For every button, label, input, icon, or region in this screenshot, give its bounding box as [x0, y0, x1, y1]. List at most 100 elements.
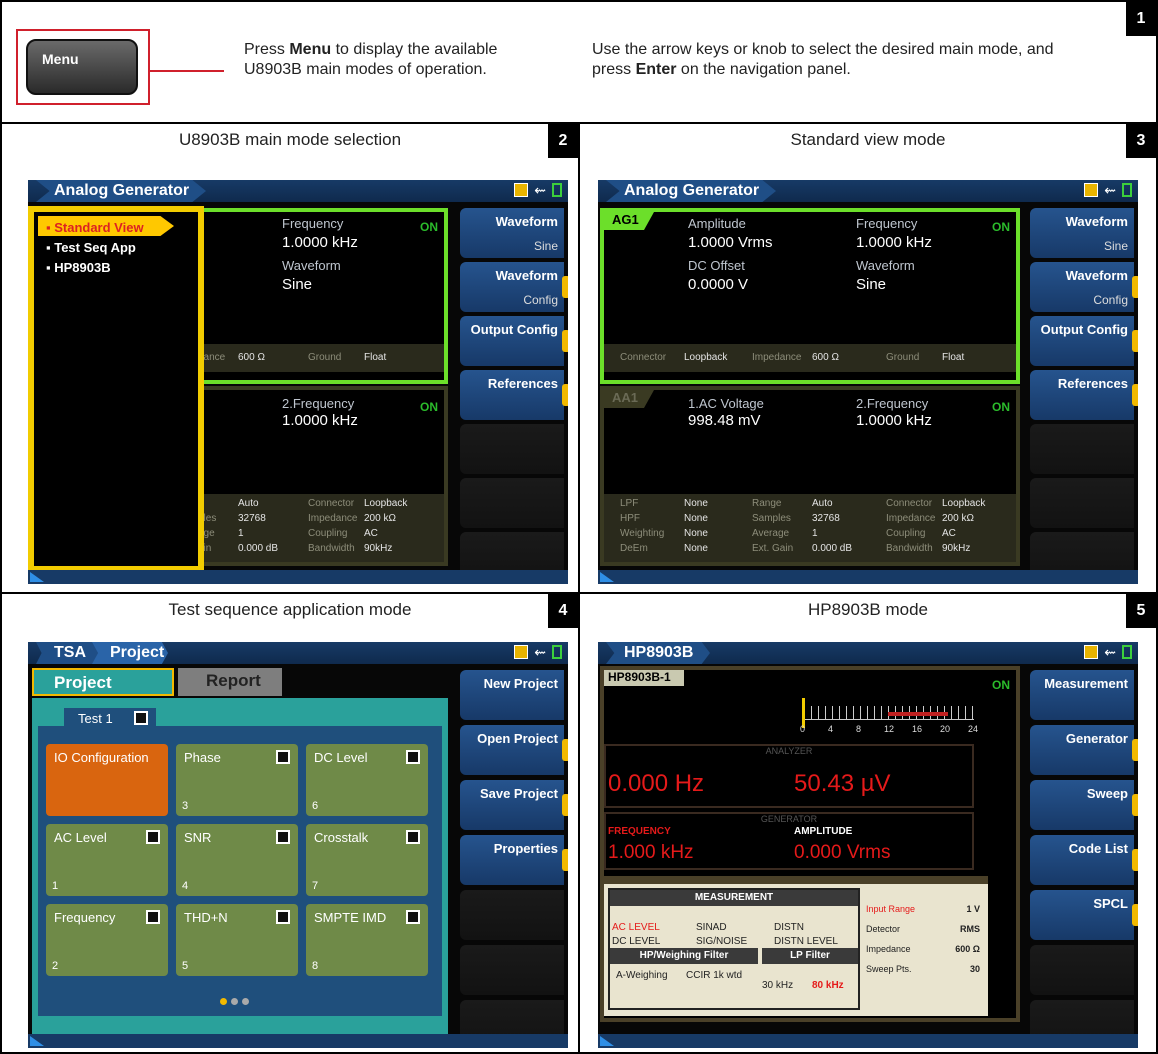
softkey-waveform[interactable]: Waveform Config — [1030, 262, 1138, 312]
softkey-empty — [460, 478, 564, 528]
hp-id: HP8903B-1 — [604, 670, 684, 686]
ana-value: 90kHz — [942, 543, 971, 554]
cell-checkbox[interactable] — [406, 750, 420, 764]
ana-label: 2.Frequency — [856, 396, 929, 411]
softkey-output-config[interactable]: Output Config — [460, 316, 568, 366]
test-checkbox[interactable] — [134, 711, 148, 725]
softkey-waveform[interactable]: Waveform Sine — [1030, 208, 1134, 258]
mode-tag-sub: Project — [92, 642, 168, 664]
cell-checkbox[interactable] — [276, 750, 290, 764]
page-dot[interactable] — [242, 998, 249, 1005]
softkey-output-config[interactable]: Output Config — [1030, 316, 1138, 366]
tab-report[interactable]: Report — [178, 668, 282, 696]
ana-value: Auto — [812, 498, 833, 509]
bottom-bar — [598, 1034, 1138, 1048]
cell-checkbox[interactable] — [276, 910, 290, 924]
cell-number: 5 — [182, 960, 189, 972]
meter-red-band — [888, 712, 948, 716]
gen-value: 1.0000 kHz — [856, 234, 932, 251]
softkey-waveform[interactable]: Waveform Config — [460, 262, 568, 312]
menu-item[interactable]: ▪ HP8903B — [46, 258, 144, 278]
hp-filter-a[interactable]: A-Weighing — [616, 970, 668, 981]
cell-checkbox[interactable] — [406, 910, 420, 924]
softkey-references[interactable]: References — [460, 370, 568, 420]
meas-ac-level[interactable]: AC LEVEL — [612, 922, 660, 933]
test-tab[interactable]: Test 1 — [64, 708, 156, 728]
ana-value: 32768 — [238, 513, 266, 524]
softkey-waveform[interactable]: Waveform Sine — [460, 208, 564, 258]
test-cell-snr[interactable]: SNR 4 — [176, 824, 298, 896]
hp-filter-ccir[interactable]: CCIR 1k wtd — [686, 970, 742, 981]
softkey-label: Measurement — [1044, 676, 1128, 691]
lp-filter-80k[interactable]: 80 kHz — [812, 980, 844, 991]
test-cell-ac-level[interactable]: AC Level 1 — [46, 824, 168, 896]
softkey-new-project[interactable]: New Project — [460, 670, 564, 720]
softkey-label: Waveform — [495, 268, 558, 283]
menu-key[interactable]: Menu — [26, 39, 138, 95]
footer-value: 600 Ω — [812, 352, 839, 363]
cell-checkbox[interactable] — [146, 910, 160, 924]
test-cell-dc-level[interactable]: DC Level 6 — [306, 744, 428, 816]
hp-filter-title: HP/Weighing Filter — [610, 948, 758, 964]
bottom-bar — [28, 570, 568, 584]
test-cell-io-configuration[interactable]: IO Configuration — [46, 744, 168, 816]
softkey-save-project[interactable]: Save Project — [460, 780, 568, 830]
mode-menu[interactable]: ▪ Standard View ▪ Test Seq App ▪ HP8903B — [28, 206, 204, 572]
ana-label: Bandwidth — [886, 543, 933, 554]
test-cell-phase[interactable]: Phase 3 — [176, 744, 298, 816]
softkey-label: Open Project — [477, 731, 558, 746]
menu-item[interactable]: ▪ Standard View — [46, 218, 144, 238]
memory-icon — [552, 183, 562, 197]
page-dot[interactable] — [231, 998, 238, 1005]
ana-value: 1.0000 kHz — [856, 412, 932, 429]
softkey-empty — [460, 424, 564, 474]
softkey-code-list[interactable]: Code List — [1030, 835, 1138, 885]
ana-label: Connector — [308, 498, 355, 509]
meas-dc-level[interactable]: DC LEVEL — [612, 936, 660, 947]
meas-sinad[interactable]: SINAD — [696, 922, 727, 933]
lp-filter-30k[interactable]: 30 kHz — [762, 980, 793, 991]
test-cell-smpte-imd[interactable]: SMPTE IMD 8 — [306, 904, 428, 976]
gen-value-1: 1.0000 kHz — [282, 234, 358, 251]
ana-label: LPF — [620, 498, 639, 509]
generator-label: GENERATOR — [760, 814, 818, 824]
meas-sig-noise[interactable]: SIG/NOISE — [696, 936, 747, 947]
softkey-label: Output Config — [1040, 322, 1128, 337]
softkey-spcl[interactable]: SPCL — [1030, 890, 1138, 940]
softkey-generator[interactable]: Generator — [1030, 725, 1138, 775]
test-cell-frequency[interactable]: Frequency 2 — [46, 904, 168, 976]
cell-checkbox[interactable] — [276, 830, 290, 844]
scale-label: 0 — [800, 724, 806, 734]
meas-distn[interactable]: DISTN — [774, 922, 804, 933]
gen-frequency: 1.000 kHz — [608, 842, 694, 863]
softkey-open-project[interactable]: Open Project — [460, 725, 568, 775]
gen-footer-label: Ground — [308, 352, 342, 363]
softkey-references[interactable]: References — [1030, 370, 1138, 420]
softkey-sweep[interactable]: Sweep — [1030, 780, 1138, 830]
page-dot-active[interactable] — [220, 998, 227, 1005]
cell-checkbox[interactable] — [406, 830, 420, 844]
softkey-label: Output Config — [470, 322, 558, 337]
cell-label: Frequency — [54, 910, 116, 925]
softkey-sub: Config — [523, 293, 558, 307]
test-cell-thd-n[interactable]: THD+N 5 — [176, 904, 298, 976]
cell-checkbox[interactable] — [146, 830, 160, 844]
ana-label: Weighting — [620, 528, 665, 539]
screen: Analog Generator ⇜ Frequency 1.0000 kHz … — [28, 180, 568, 584]
screen: TSA Project ⇜ Project Report Test 1 IO C… — [28, 642, 568, 1048]
info-value: RMS — [960, 924, 980, 934]
softkey-sub: Sine — [533, 239, 558, 253]
softkey-measurement[interactable]: Measurement — [1030, 670, 1134, 720]
ana-value: 1.0000 kHz — [282, 412, 358, 429]
softkey-properties[interactable]: Properties — [460, 835, 568, 885]
menu-item[interactable]: ▪ Test Seq App — [46, 238, 144, 258]
scale-label: 16 — [912, 724, 923, 734]
test-cell-crosstalk[interactable]: Crosstalk 7 — [306, 824, 428, 896]
panel-4: 4 Test sequence application mode TSA Pro… — [0, 592, 580, 1054]
info-label: Detector — [866, 924, 901, 934]
meas-distn-level[interactable]: DISTN LEVEL — [774, 936, 838, 947]
softkey-label: Generator — [1065, 731, 1128, 746]
ana-value: None — [684, 528, 708, 539]
tab-project[interactable]: Project — [32, 668, 174, 696]
gen-freq-label: FREQUENCY — [608, 826, 671, 837]
